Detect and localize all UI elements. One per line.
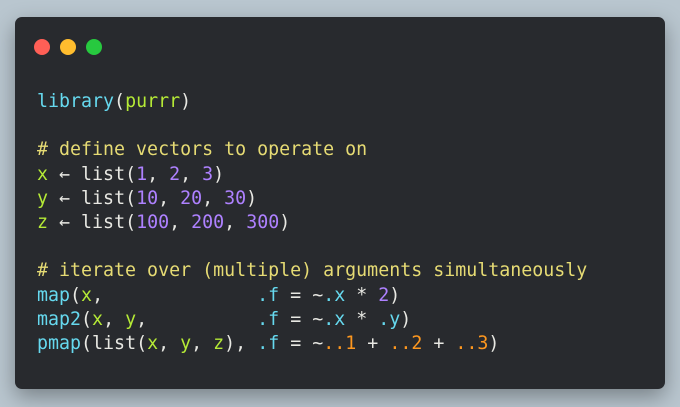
maximize-dot-icon[interactable] — [86, 39, 102, 55]
code-token-plain: * — [345, 308, 379, 330]
code-token-number: 300 — [246, 211, 280, 233]
code-token-number: 200 — [191, 211, 225, 233]
code-token-function: library — [37, 91, 115, 112]
code-token-function: map — [37, 284, 71, 306]
code-token-plain: , — [224, 211, 247, 233]
code-token-plain: ) — [180, 91, 192, 112]
code-token-plain: ( — [125, 187, 137, 209]
code-token-variable: y — [180, 332, 192, 354]
code-line: map(x, .f = ~.x * 2) — [37, 284, 587, 308]
code-window: library(purrr) # define vectors to operat… — [15, 17, 665, 389]
code-token-variable: purrr — [125, 91, 181, 112]
code-token-plain: ( — [125, 211, 137, 233]
code-token-plain: ) — [213, 163, 225, 185]
code-token-plain: ( — [70, 284, 82, 306]
code-token-plain: , — [169, 211, 192, 233]
code-token-plain: list — [81, 163, 126, 185]
code-token-variable: y — [125, 308, 137, 330]
code-token-plain: ( — [81, 332, 93, 354]
code-token-plain: ) — [246, 187, 258, 209]
code-token-plain: , — [191, 332, 214, 354]
minimize-dot-icon[interactable] — [60, 39, 76, 55]
code-token-arg: ..3 — [455, 332, 489, 354]
code-token-number: 10 — [136, 187, 159, 209]
code-token-plain: ← — [48, 187, 82, 209]
code-token-plain: ( — [136, 332, 148, 354]
code-token-variable: x — [92, 308, 104, 330]
code-token-function: .f — [257, 308, 280, 330]
code-token-plain: , — [158, 187, 181, 209]
code-token-function: .y — [378, 308, 401, 330]
code-token-function: .x — [323, 308, 346, 330]
code-line: map2(x, y, .f = ~.x * .y) — [37, 308, 587, 332]
code-token-comment: # define vectors to operate on — [37, 139, 368, 161]
code-token-plain: , — [147, 163, 170, 185]
code-token-number: 100 — [136, 211, 170, 233]
code-token-plain: ) — [389, 284, 401, 306]
code-token-plain: ( — [125, 163, 137, 185]
code-token-arg: ..2 — [389, 332, 423, 354]
code-token-variable: x — [81, 284, 93, 306]
code-token-plain: ), — [224, 332, 258, 354]
code-token-variable: z — [37, 211, 49, 233]
code-token-number: 2 — [378, 284, 390, 306]
code-line: library(purrr) — [37, 90, 587, 114]
code-token-variable: y — [37, 187, 49, 209]
code-line: y ← list(10, 20, 30) — [37, 187, 587, 211]
code-token-plain: * — [345, 284, 379, 306]
code-token-plain: ← — [48, 211, 82, 233]
code-token-function: map2 — [37, 308, 82, 330]
code-token-comment: # iterate over (multiple) arguments simu… — [37, 260, 588, 282]
code-token-function: .f — [257, 284, 280, 306]
code-token-plain: = ~ — [279, 332, 324, 354]
code-token-plain: = ~ — [279, 284, 324, 306]
code-token-plain: ) — [279, 211, 291, 233]
code-token-plain: , — [180, 163, 203, 185]
code-token-number: 3 — [202, 163, 214, 185]
code-token-variable: x — [37, 163, 49, 185]
code-token-number: 1 — [136, 163, 148, 185]
code-token-function: .x — [323, 284, 346, 306]
code-token-function: .f — [257, 332, 280, 354]
code-token-plain: = ~ — [279, 308, 324, 330]
code-line: x ← list(1, 2, 3) — [37, 163, 587, 187]
code-token-plain: ( — [114, 91, 126, 112]
code-token-function: pmap — [37, 332, 82, 354]
code-token-plain: , — [92, 284, 258, 306]
code-token-plain: + — [356, 332, 390, 354]
code-token-plain: + — [422, 332, 456, 354]
code-token-variable: x — [147, 332, 159, 354]
code-token-plain: list — [81, 211, 126, 233]
code-token-plain: , — [103, 308, 126, 330]
code-block: library(purrr) # define vectors to operat… — [37, 90, 587, 356]
close-dot-icon[interactable] — [34, 39, 50, 55]
code-line: pmap(list(x, y, z), .f = ~..1 + ..2 + ..… — [37, 332, 587, 356]
code-token-plain: ) — [400, 308, 412, 330]
code-token-variable: z — [213, 332, 225, 354]
code-token-number: 2 — [169, 163, 181, 185]
code-line: # iterate over (multiple) arguments simu… — [37, 259, 587, 283]
code-token-number: 20 — [180, 187, 203, 209]
code-token-number: 30 — [224, 187, 247, 209]
code-token-plain: list — [81, 187, 126, 209]
code-token-plain: , — [158, 332, 181, 354]
code-token-plain: ( — [81, 308, 93, 330]
code-token-plain: ) — [488, 332, 500, 354]
code-line: # define vectors to operate on — [37, 138, 587, 162]
window-controls — [34, 39, 102, 55]
code-line: z ← list(100, 200, 300) — [37, 211, 587, 235]
code-token-plain: , — [202, 187, 225, 209]
code-token-plain: , — [136, 308, 258, 330]
code-token-arg: ..1 — [323, 332, 357, 354]
code-token-plain: ← — [48, 163, 82, 185]
code-token-plain: list — [92, 332, 137, 354]
